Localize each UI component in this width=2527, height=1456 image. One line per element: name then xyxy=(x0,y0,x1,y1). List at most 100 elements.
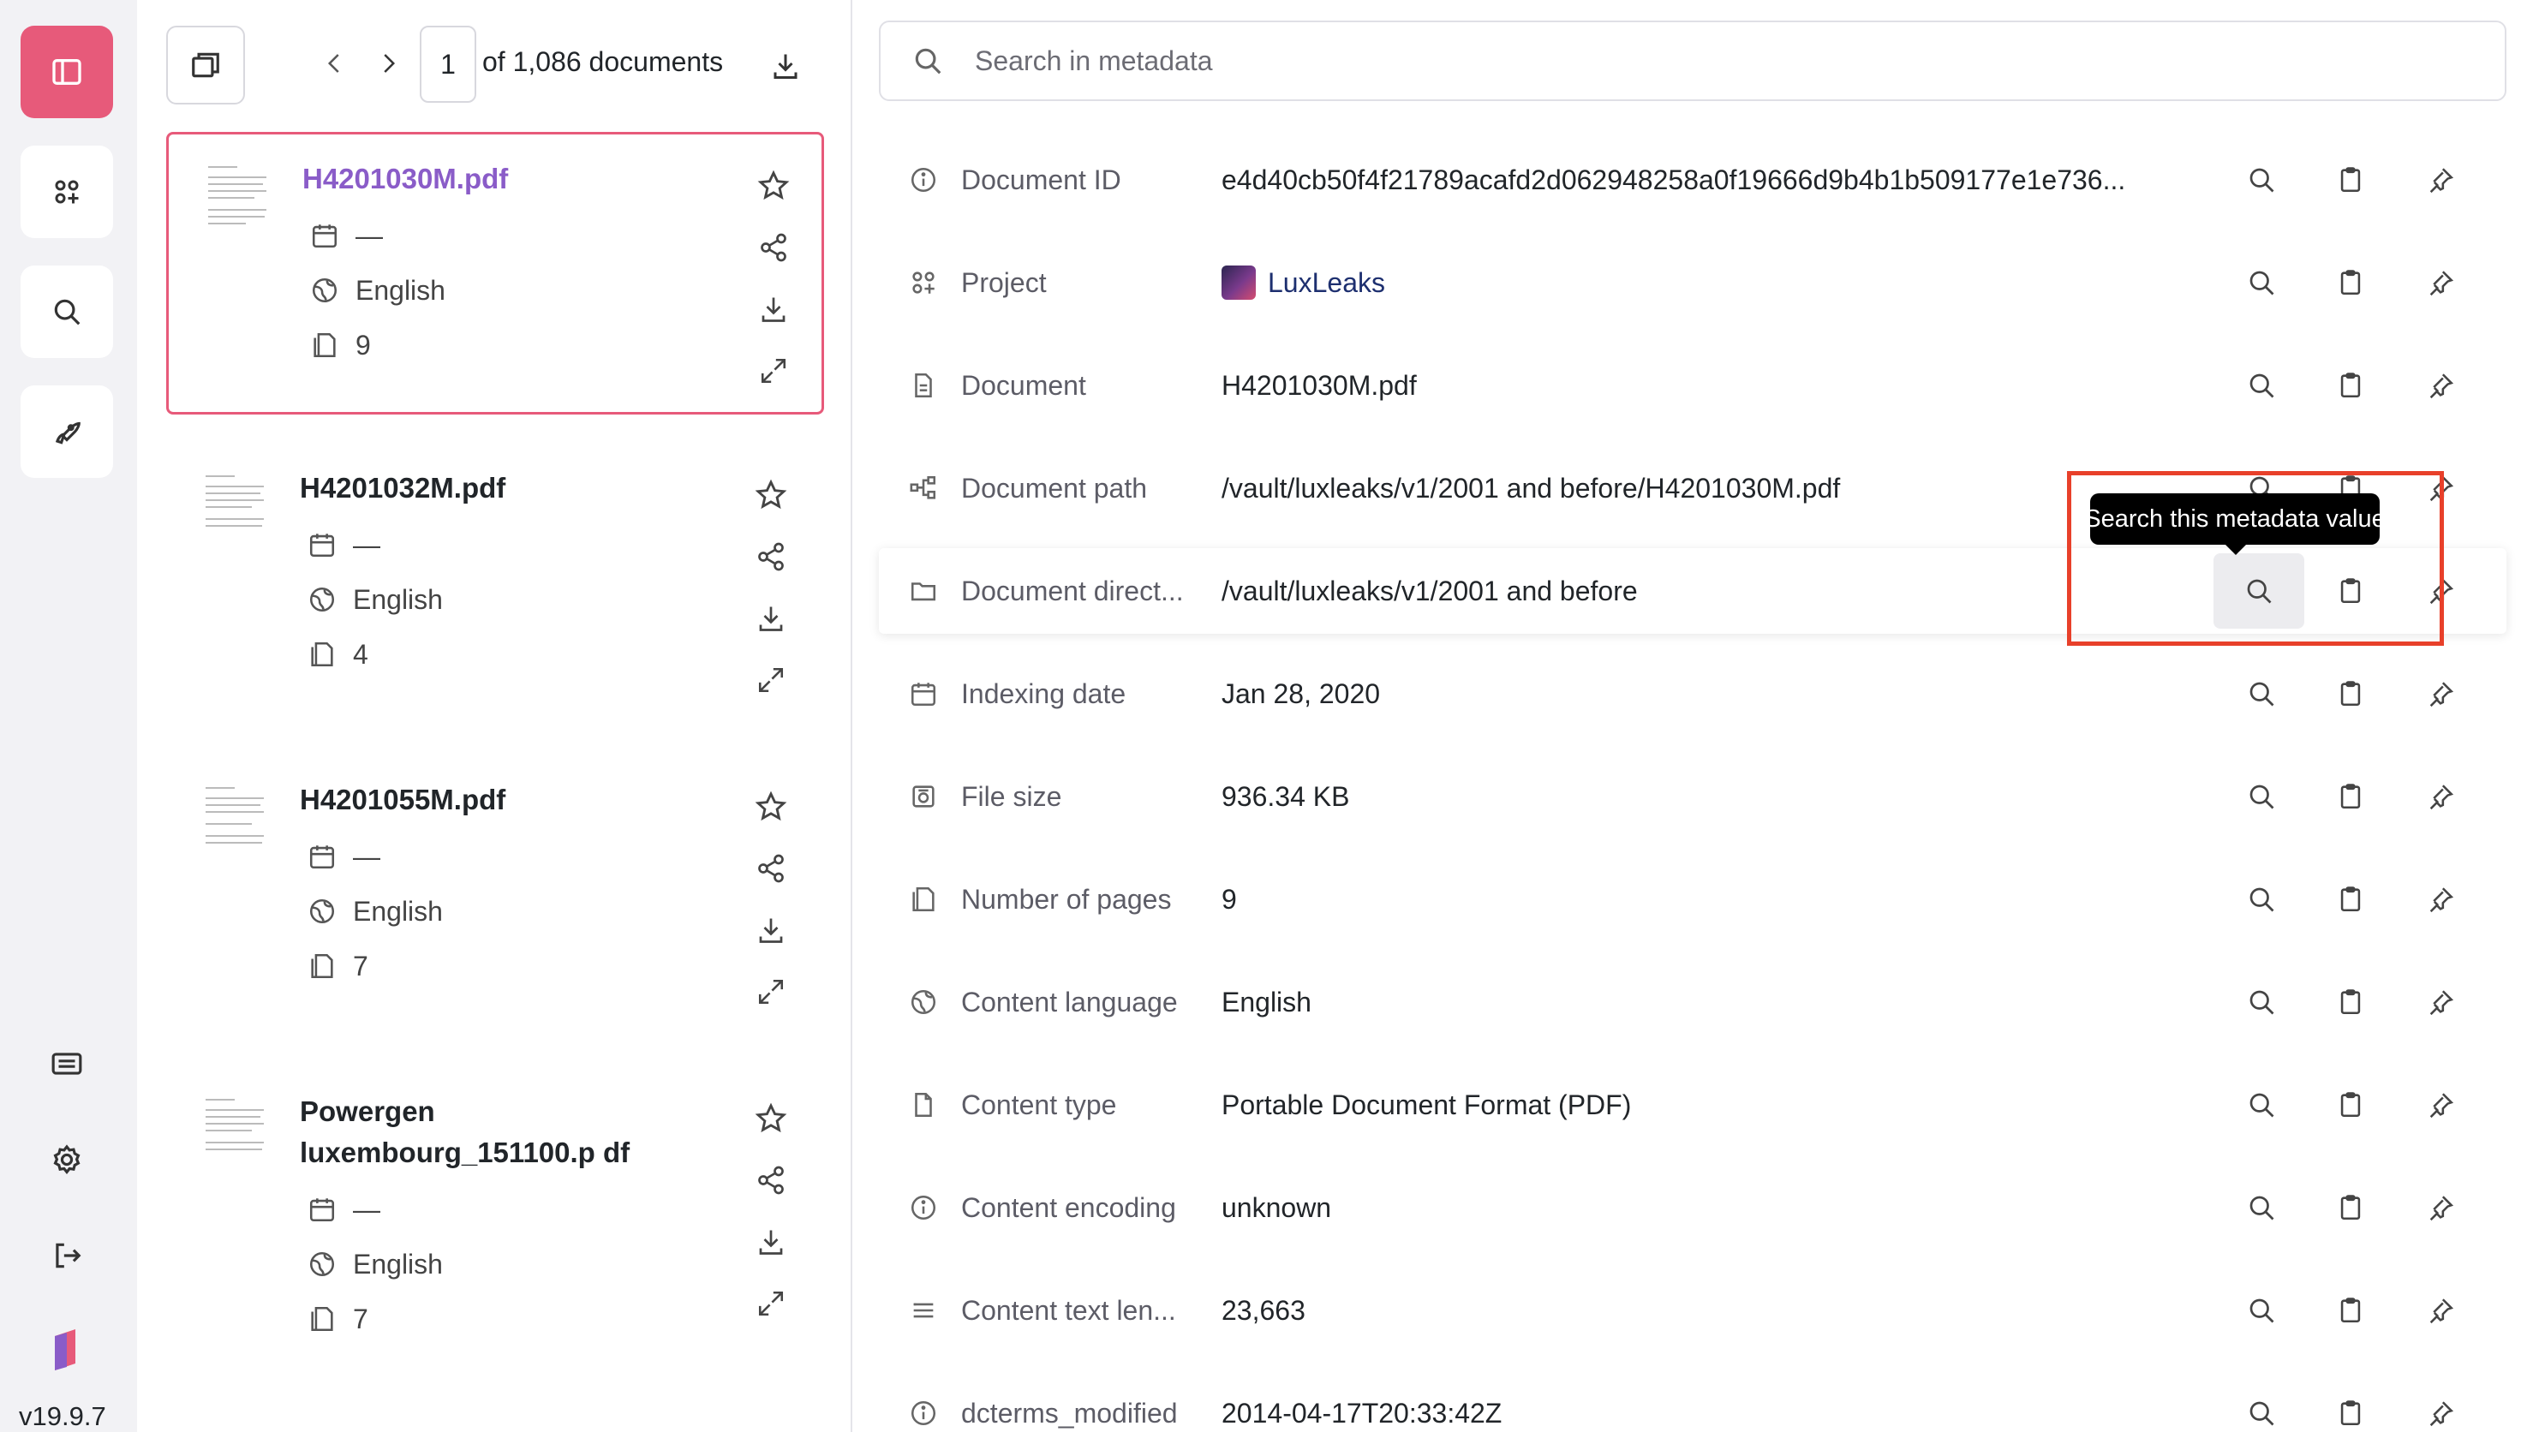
search-value-button[interactable] xyxy=(2237,670,2285,718)
pin-value-button[interactable] xyxy=(2416,361,2464,409)
search-value-button[interactable] xyxy=(2237,1184,2285,1232)
search-value-button[interactable] xyxy=(2237,875,2285,923)
pin-value-button[interactable] xyxy=(2416,156,2464,204)
star-button[interactable] xyxy=(749,785,793,829)
download-button[interactable] xyxy=(749,1220,793,1264)
search-value-button[interactable] xyxy=(2237,978,2285,1026)
info-icon xyxy=(905,161,942,199)
download-all-button[interactable] xyxy=(764,45,807,87)
document-date: — xyxy=(305,1190,380,1228)
metadata-value[interactable]: LuxLeaks xyxy=(1222,266,1385,300)
panel-divider[interactable] xyxy=(851,0,852,1432)
document-language: English xyxy=(305,892,443,930)
document-title[interactable]: H4201032M.pdf xyxy=(300,468,728,509)
toggle-list-view-button[interactable] xyxy=(166,26,245,104)
search-value-button[interactable] xyxy=(2237,259,2285,307)
expand-icon xyxy=(761,358,786,384)
share-button[interactable] xyxy=(749,1158,793,1202)
star-button[interactable] xyxy=(749,473,793,517)
metadata-label: Document ID xyxy=(961,164,1121,195)
globe-icon xyxy=(905,983,942,1021)
share-button[interactable] xyxy=(749,846,793,891)
document-thumbnail xyxy=(200,469,269,555)
pages-icon xyxy=(305,949,339,983)
pin-value-button[interactable] xyxy=(2416,875,2464,923)
pin-value-button[interactable] xyxy=(2416,1184,2464,1232)
copy-value-button[interactable] xyxy=(2327,259,2375,307)
metadata-label: Document path xyxy=(961,472,1148,504)
share-button[interactable] xyxy=(751,225,796,270)
expand-button[interactable] xyxy=(749,1281,793,1326)
pin-value-button[interactable] xyxy=(2416,978,2464,1026)
app-sidebar: v19.9.7 xyxy=(0,0,137,1432)
metadata-value-text: English xyxy=(1222,986,1311,1017)
document-pages: 9 xyxy=(308,326,371,364)
calendar-icon xyxy=(305,839,339,874)
previous-page-button[interactable] xyxy=(314,41,356,86)
copy-value-button[interactable] xyxy=(2327,875,2375,923)
pin-value-button[interactable] xyxy=(2416,1081,2464,1129)
pin-value-button[interactable] xyxy=(2416,1286,2464,1334)
download-button[interactable] xyxy=(749,596,793,641)
document-card[interactable]: Powergen luxembourg_151100.p df — Englis… xyxy=(166,1067,824,1410)
document-title[interactable]: H4201030M.pdf xyxy=(302,158,731,200)
metadata-search-input[interactable] xyxy=(975,45,2431,77)
tasks-button[interactable] xyxy=(21,385,113,478)
document-card[interactable]: H4201032M.pdf — English 4 xyxy=(166,444,824,726)
document-date: — xyxy=(305,838,380,875)
app-version: v19.9.7 xyxy=(19,1401,106,1431)
search-value-button[interactable] xyxy=(2237,1389,2285,1437)
search-value-button[interactable] xyxy=(2237,361,2285,409)
copy-value-button[interactable] xyxy=(2327,361,2375,409)
logout-button[interactable] xyxy=(34,1223,99,1288)
expand-button[interactable] xyxy=(749,970,793,1014)
keyboard-shortcuts-button[interactable] xyxy=(34,1031,99,1096)
metadata-value: 936.34 KB xyxy=(1222,781,1349,813)
search-value-button[interactable] xyxy=(2237,1081,2285,1129)
expand-button[interactable] xyxy=(749,658,793,702)
document-card[interactable]: H4201030M.pdf — English 9 xyxy=(166,132,824,415)
document-card[interactable]: H4201055M.pdf — English 7 xyxy=(166,755,824,1038)
document-thumbnail xyxy=(203,160,272,246)
date-value: — xyxy=(353,1193,380,1225)
copy-value-button[interactable] xyxy=(2327,156,2375,204)
metadata-row: Content type Portable Document Format (PD… xyxy=(879,1062,2506,1148)
copy-value-button[interactable] xyxy=(2327,670,2375,718)
metadata-search-bar[interactable] xyxy=(879,21,2506,101)
download-button[interactable] xyxy=(749,908,793,952)
pin-value-button[interactable] xyxy=(2416,1389,2464,1437)
next-page-button[interactable] xyxy=(367,41,409,86)
share-button[interactable] xyxy=(749,534,793,579)
copy-value-button[interactable] xyxy=(2327,773,2375,820)
copy-value-button[interactable] xyxy=(2327,1184,2375,1232)
star-button[interactable] xyxy=(749,1096,793,1141)
star-button[interactable] xyxy=(751,164,796,208)
search-value-button[interactable] xyxy=(2237,156,2285,204)
file-icon xyxy=(905,367,942,404)
document-title[interactable]: H4201055M.pdf xyxy=(300,779,728,820)
metadata-row: Content language English xyxy=(879,959,2506,1045)
expand-button[interactable] xyxy=(751,349,796,393)
search-value-button[interactable] xyxy=(2237,1286,2285,1334)
download-button[interactable] xyxy=(751,287,796,331)
info-icon xyxy=(905,1189,942,1226)
search-value-button[interactable] xyxy=(2237,773,2285,820)
pin-icon xyxy=(2429,682,2454,707)
pages-icon xyxy=(305,1302,339,1336)
share-icon xyxy=(758,854,784,883)
metadata-row: Indexing date Jan 28, 2020 xyxy=(879,651,2506,737)
copy-value-button[interactable] xyxy=(2327,1389,2375,1437)
copy-value-button[interactable] xyxy=(2327,1081,2375,1129)
search-nav-button[interactable] xyxy=(21,266,113,358)
page-number-input[interactable]: 1 xyxy=(420,26,476,103)
settings-button[interactable] xyxy=(34,1127,99,1192)
pin-value-button[interactable] xyxy=(2416,670,2464,718)
pin-value-button[interactable] xyxy=(2416,259,2464,307)
document-title[interactable]: Powergen luxembourg_151100.p df xyxy=(300,1091,728,1173)
pin-value-button[interactable] xyxy=(2416,773,2464,820)
search-icon xyxy=(54,299,81,325)
projects-button[interactable] xyxy=(21,146,113,238)
copy-value-button[interactable] xyxy=(2327,978,2375,1026)
copy-value-button[interactable] xyxy=(2327,1286,2375,1334)
toggle-sidebar-button[interactable] xyxy=(21,26,113,118)
